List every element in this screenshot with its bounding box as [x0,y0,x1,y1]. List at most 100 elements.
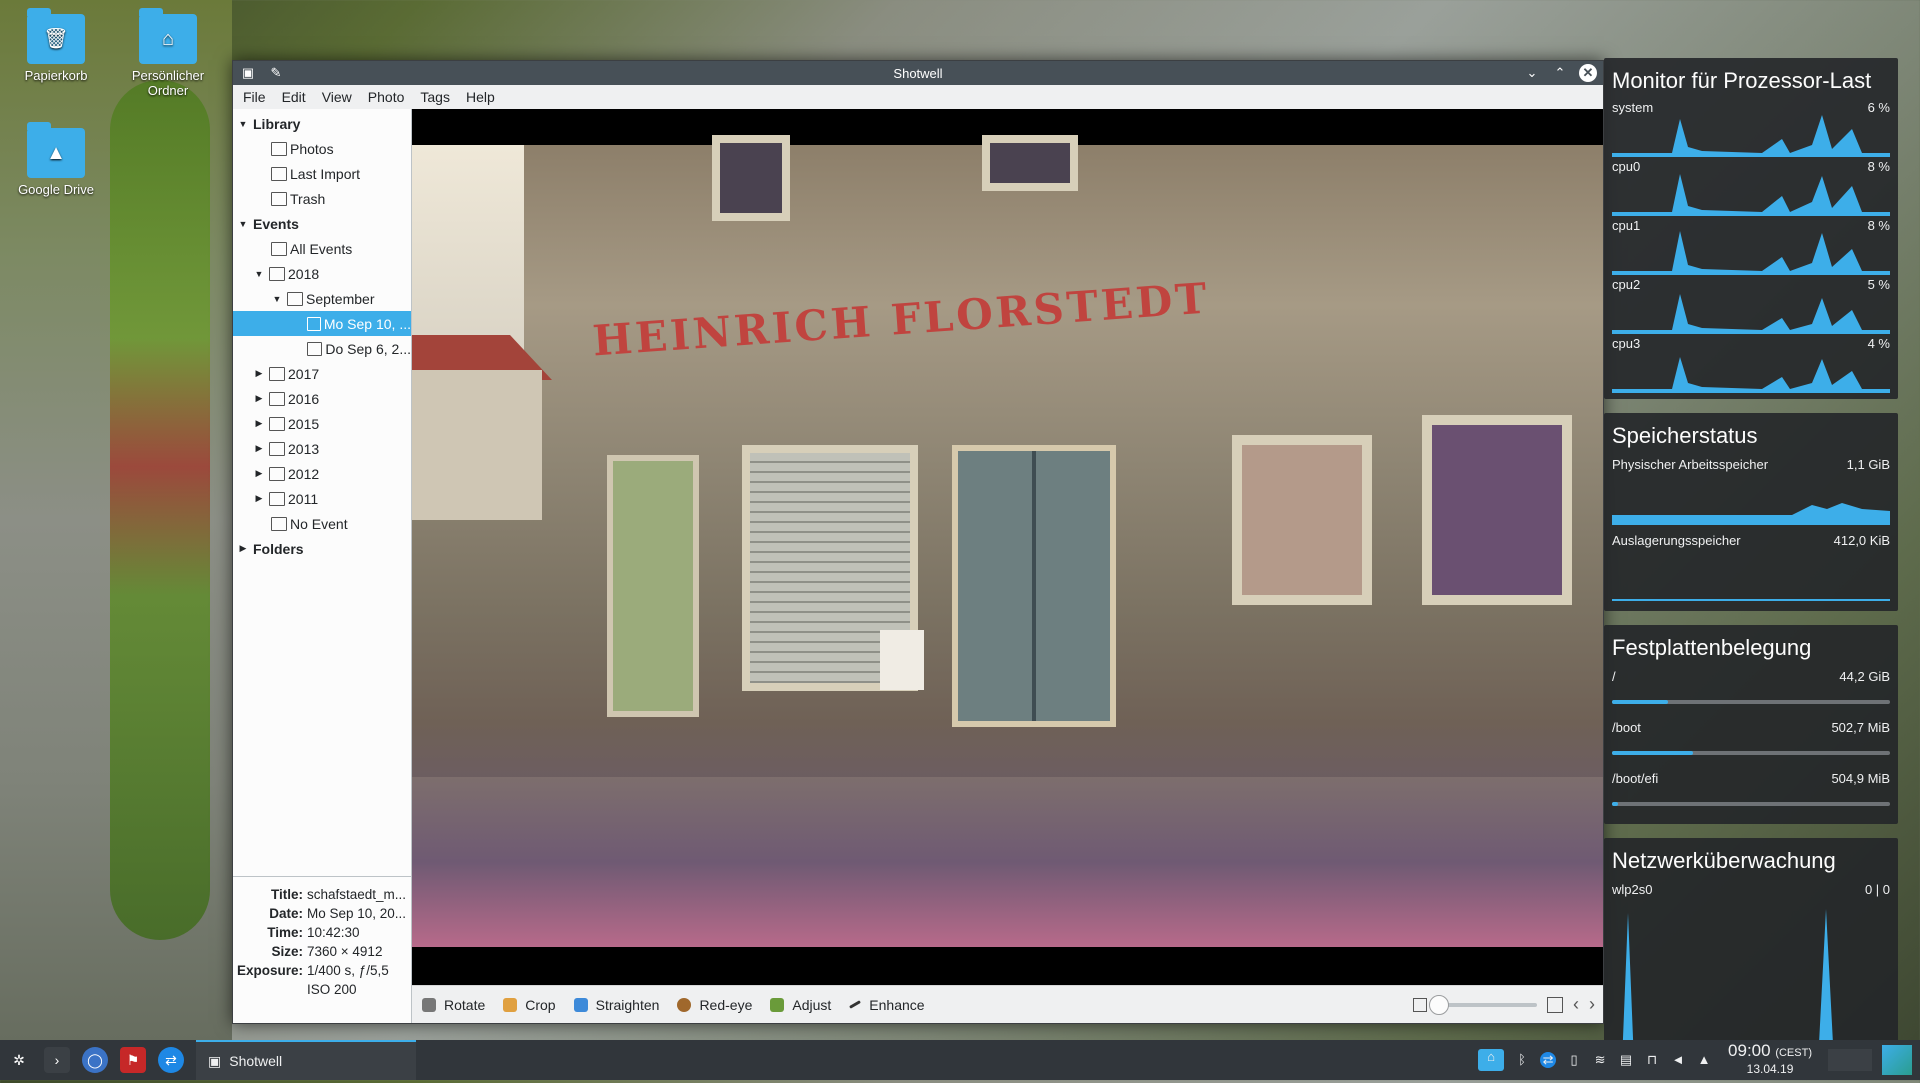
rotate-button[interactable]: Rotate [422,997,485,1013]
clipboard-icon[interactable]: ▤ [1618,1052,1634,1068]
tree-year-2018[interactable]: ▼ 2018 [233,261,411,286]
clock[interactable]: 09:00 (CEST) 13.04.19 [1728,1042,1812,1077]
tree-label: 2016 [288,390,320,407]
collapse-arrow-icon[interactable]: ▶ [253,443,265,454]
photos-icon [271,141,287,156]
menu-view[interactable]: View [316,87,358,107]
memory-label: Auslagerungsspeicher [1612,533,1741,548]
tree-month-september[interactable]: ▼ September [233,286,411,311]
lock-icon[interactable]: ⊓ [1644,1052,1660,1068]
expand-arrow-icon[interactable]: ▼ [237,119,249,129]
pdf-reader-icon[interactable]: ⚑ [120,1047,146,1073]
collapse-arrow-icon[interactable]: ▶ [253,393,265,404]
zoom-slider-knob[interactable] [1429,994,1449,1015]
next-photo-icon[interactable]: › [1589,994,1595,1015]
tree-no-event[interactable]: No Event [233,511,411,536]
tree-events[interactable]: ▼ Events [233,211,411,236]
tree-year-2012[interactable]: ▶ 2012 [233,461,411,486]
teamviewer-icon[interactable]: ⇄ [158,1047,184,1073]
crop-button[interactable]: Crop [503,997,556,1013]
collapse-arrow-icon[interactable]: ▶ [237,543,249,554]
tree-year-2017[interactable]: ▶ 2017 [233,361,411,386]
teamviewer-tray-icon[interactable]: ⇄ [1540,1052,1557,1068]
widget-title: Netzwerküberwachung [1612,848,1836,873]
tree-all-events[interactable]: All Events [233,236,411,261]
expand-tray-icon[interactable]: ▲ [1696,1052,1712,1068]
cpu-load-widget[interactable]: Monitor für Prozessor-Last system 6 % cpu0… [1604,58,1898,399]
pager-icon[interactable] [1828,1049,1872,1071]
tree-folders[interactable]: ▶ Folders [233,536,411,561]
expand-arrow-icon[interactable]: ▼ [253,269,265,279]
show-desktop-icon[interactable] [1882,1045,1912,1075]
photo-window [982,135,1078,191]
volume-icon[interactable]: ◄ [1670,1052,1686,1068]
close-icon[interactable]: ✕ [1579,64,1597,82]
usb-icon[interactable]: ▯ [1566,1052,1582,1068]
tree-label: Folders [253,540,304,557]
disk-usage-widget[interactable]: Festplattenbelegung / 44,2 GiB/boot 502,7 … [1604,625,1898,824]
window-titlebar[interactable]: ▣ ✎ Shotwell ⌄ ⌃ ✕ [233,61,1603,85]
expand-arrow-icon[interactable]: ▼ [271,294,283,304]
app-menu-icon[interactable]: ▣ [239,64,257,82]
collapse-arrow-icon[interactable]: ▶ [253,493,265,504]
tree-year-2016[interactable]: ▶ 2016 [233,386,411,411]
wifi-icon[interactable]: ≋ [1592,1052,1608,1068]
cpu-row-cpu3: cpu3 4 % [1612,334,1890,393]
task-shotwell[interactable]: ▣ Shotwell [196,1040,416,1080]
zoom-in-icon[interactable] [1547,996,1563,1013]
collapse-arrow-icon[interactable]: ▶ [253,468,265,479]
disk-label: /boot/efi [1612,771,1659,786]
menu-photo[interactable]: Photo [362,87,411,107]
memory-widget[interactable]: Speicherstatus Physischer Arbeitsspeiche… [1604,413,1898,611]
photo-image[interactable]: HEINRICH FLORSTEDT [412,135,1603,947]
tree-photos[interactable]: Photos [233,136,411,161]
desktop-icon-trash[interactable]: 🗑 Papierkorb [10,8,102,83]
menu-tags[interactable]: Tags [414,87,456,107]
clock-timezone: (CEST) [1775,1047,1812,1059]
minimize-icon[interactable]: ⌄ [1523,64,1541,82]
network-widget[interactable]: Netzwerküberwachung wlp2s0 0 | 0 [1604,838,1898,1069]
swap-graph [1612,599,1890,601]
folder-icon [269,491,285,506]
adjust-button[interactable]: Adjust [770,997,831,1013]
menu-edit[interactable]: Edit [276,87,312,107]
meta-key: Time: [267,925,303,940]
expand-arrow-icon[interactable]: ▼ [237,219,249,229]
tree-label: All Events [290,240,353,257]
pin-icon[interactable]: ✎ [267,64,285,82]
cpu-graph [1612,174,1890,216]
terminal-icon[interactable]: › [44,1047,70,1073]
cpu-row-cpu0: cpu0 8 % [1612,157,1890,216]
browser-icon[interactable]: ◯ [82,1047,108,1073]
desktop-icon-home[interactable]: ⌂ Persönlicher Ordner [122,8,214,98]
crop-icon [503,997,518,1012]
widget-title: Speicherstatus [1612,423,1758,448]
collapse-arrow-icon[interactable]: ▶ [253,368,265,379]
menu-help[interactable]: Help [460,87,501,107]
tree-event-selected[interactable]: Mo Sep 10, ... [233,311,411,336]
tree-library[interactable]: ▼ Library [233,111,411,136]
red-eye-button[interactable]: Red-eye [677,997,752,1013]
trash-folder-icon: 🗑 [27,8,85,64]
photo-canvas[interactable]: HEINRICH FLORSTEDT [412,109,1603,985]
tree-year-2013[interactable]: ▶ 2013 [233,436,411,461]
tree-year-2015[interactable]: ▶ 2015 [233,411,411,436]
menu-file[interactable]: File [237,87,272,107]
app-launcher-icon[interactable]: ✲ [6,1047,32,1073]
desktop-icon-google-drive[interactable]: ▲ Google Drive [10,122,102,197]
straighten-button[interactable]: Straighten [573,997,659,1013]
previous-photo-icon[interactable]: ‹ [1573,994,1579,1015]
folder-tray-icon[interactable]: ⌂ [1478,1049,1505,1071]
tree-last-import[interactable]: Last Import [233,161,411,186]
tree-event[interactable]: Do Sep 6, 2... [233,336,411,361]
tree-year-2011[interactable]: ▶ 2011 [233,486,411,511]
maximize-icon[interactable]: ⌃ [1551,64,1569,82]
collapse-arrow-icon[interactable]: ▶ [253,418,265,429]
meta-exposure: 1/400 s, ƒ/5,5 [307,963,389,978]
zoom-out-icon[interactable] [1413,997,1427,1012]
meta-key: Date: [269,906,303,921]
tree-trash[interactable]: Trash [233,186,411,211]
enhance-button[interactable]: Enhance [849,997,925,1013]
zoom-slider[interactable] [1429,994,1537,1015]
bluetooth-icon[interactable]: ᛒ [1514,1052,1530,1068]
